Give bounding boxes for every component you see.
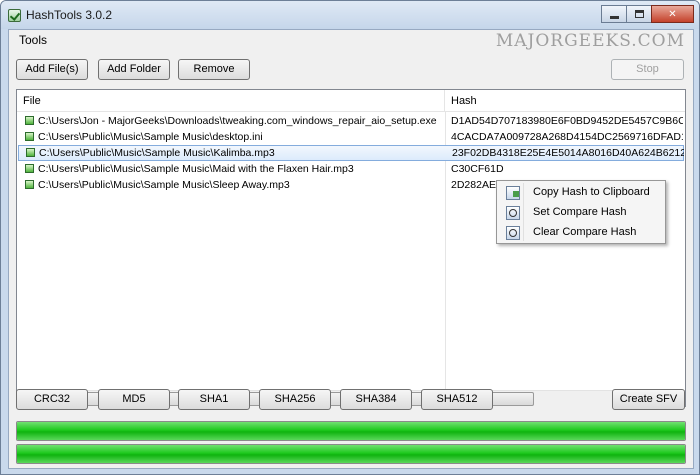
progress-fill — [17, 422, 685, 440]
row-hash: 4CACDA7A009728A268D4154DC2569716DFAD1A9 — [451, 131, 683, 143]
row-hash: D1AD54D707183980E6F0BD9452DE5457C9B6CFE — [451, 115, 683, 127]
context-menu: Copy Hash to Clipboard Set Compare Hash … — [496, 180, 666, 244]
menu-item-clear-compare-hash[interactable]: Clear Compare Hash — [499, 223, 664, 243]
file-progress-bar — [16, 421, 686, 441]
file-hash-list[interactable]: File Hash C:\Users\Jon - MajorGeeks\Down… — [16, 89, 686, 407]
menu-item-label: Clear Compare Hash — [533, 226, 637, 238]
hashtools-app-icon — [8, 9, 21, 22]
list-row-selected[interactable]: C:\Users\Public\Music\Sample Music\Kalim… — [18, 145, 684, 161]
menu-bar: Tools MAJORGEEKS.COM — [9, 30, 693, 51]
remove-button[interactable]: Remove — [178, 59, 250, 80]
row-file-path: C:\Users\Public\Music\Sample Music\Kalim… — [39, 147, 275, 159]
column-header-hash[interactable]: Hash — [445, 90, 685, 112]
magnifier-icon — [506, 206, 520, 220]
total-progress-bar — [16, 444, 686, 464]
column-header-file[interactable]: File — [17, 90, 445, 112]
hash-ok-icon — [25, 164, 34, 173]
add-files-button[interactable]: Add File(s) — [16, 59, 88, 80]
stop-button[interactable]: Stop — [611, 59, 684, 80]
list-row[interactable]: C:\Users\Public\Music\Sample Music\deskt… — [17, 129, 685, 145]
minimize-button[interactable] — [601, 5, 627, 23]
app-window: HashTools 3.0.2 ✕ Tools MAJORGEEKS.COM A… — [0, 0, 700, 475]
close-button[interactable]: ✕ — [651, 5, 694, 23]
crc32-button[interactable]: CRC32 — [16, 389, 88, 410]
list-row[interactable]: C:\Users\Public\Music\Sample Music\Maid … — [17, 161, 685, 177]
hash-ok-icon — [25, 132, 34, 141]
client-area: Tools MAJORGEEKS.COM Add File(s) Add Fol… — [8, 29, 694, 469]
title-bar[interactable]: HashTools 3.0.2 ✕ — [1, 1, 699, 29]
create-sfv-button[interactable]: Create SFV — [612, 389, 685, 410]
hash-ok-icon — [26, 148, 35, 157]
list-header: File Hash — [17, 90, 685, 112]
sha256-button[interactable]: SHA256 — [259, 389, 331, 410]
menu-item-label: Set Compare Hash — [533, 206, 627, 218]
row-file-path: C:\Users\Public\Music\Sample Music\Maid … — [38, 163, 354, 175]
sha1-button[interactable]: SHA1 — [178, 389, 250, 410]
caption-buttons: ✕ — [601, 5, 694, 23]
list-row[interactable]: C:\Users\Jon - MajorGeeks\Downloads\twea… — [17, 113, 685, 129]
progress-fill — [17, 445, 685, 463]
menu-tools[interactable]: Tools — [16, 33, 50, 47]
menu-item-copy-hash[interactable]: Copy Hash to Clipboard — [499, 183, 664, 203]
magnifier-icon — [506, 226, 520, 240]
row-file-path: C:\Users\Jon - MajorGeeks\Downloads\twea… — [38, 115, 437, 127]
hash-ok-icon — [25, 116, 34, 125]
row-hash: 23F02DB4318E25E4E5014A8016D40A624B621291 — [452, 147, 684, 159]
row-file-path: C:\Users\Public\Music\Sample Music\deskt… — [38, 131, 263, 143]
window-title: HashTools 3.0.2 — [26, 8, 113, 22]
close-icon: ✕ — [668, 8, 677, 20]
maximize-button[interactable] — [626, 5, 652, 23]
majorgeeks-watermark: MAJORGEEKS.COM — [495, 31, 685, 51]
sha384-button[interactable]: SHA384 — [340, 389, 412, 410]
menu-item-set-compare-hash[interactable]: Set Compare Hash — [499, 203, 664, 223]
row-file-path: C:\Users\Public\Music\Sample Music\Sleep… — [38, 179, 290, 191]
minimize-icon — [609, 15, 619, 19]
row-hash: C30CF61D — [451, 163, 504, 175]
add-folder-button[interactable]: Add Folder — [98, 59, 170, 80]
maximize-icon — [634, 10, 644, 18]
sha512-button[interactable]: SHA512 — [421, 389, 493, 410]
hash-ok-icon — [25, 180, 34, 189]
md5-button[interactable]: MD5 — [98, 389, 170, 410]
clipboard-icon — [506, 186, 520, 200]
menu-item-label: Copy Hash to Clipboard — [533, 186, 650, 198]
